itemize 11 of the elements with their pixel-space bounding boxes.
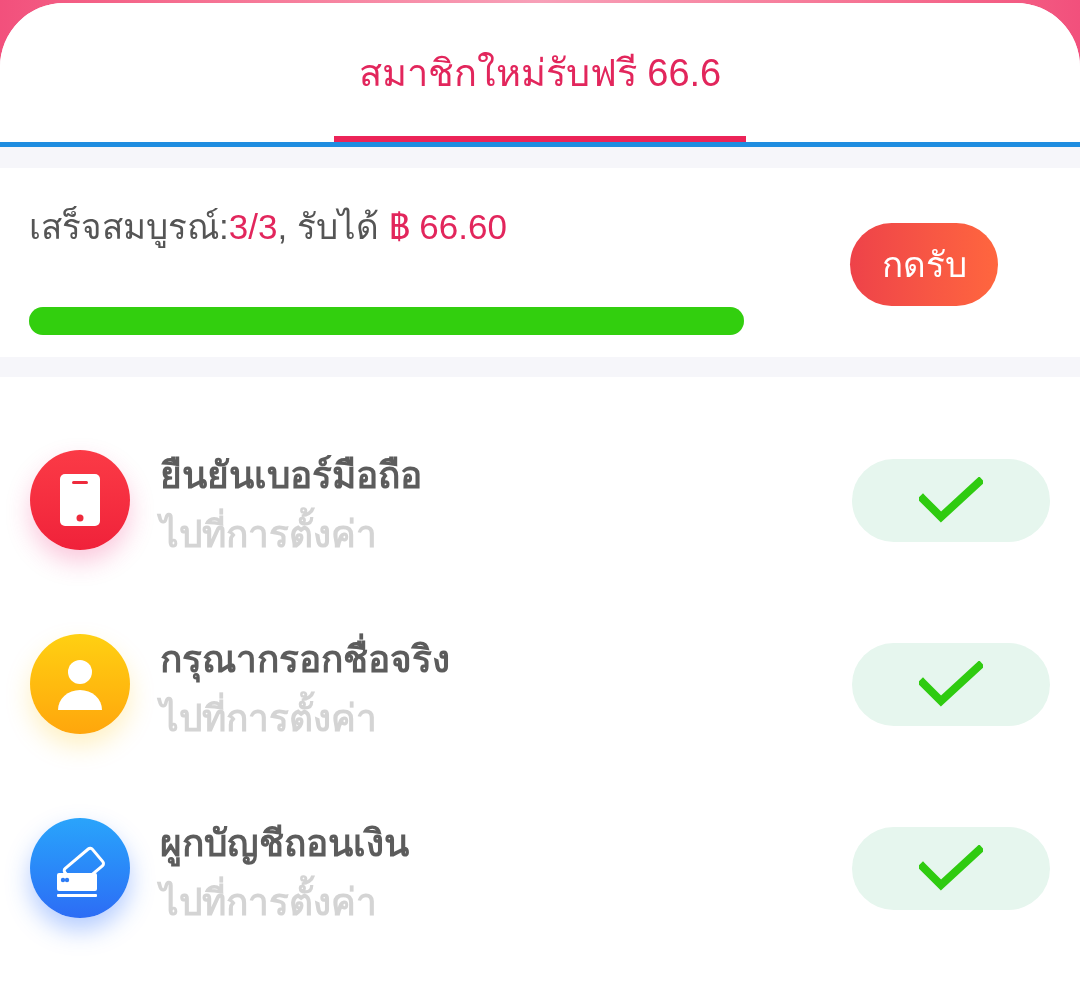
check-icon [919,661,983,707]
progress-text: เสร็จสมบูรณ์:3/3, รับได้ ฿ 66.60 [29,205,508,249]
cards-icon [30,818,130,918]
task-title: ผูกบัญชีถอนเงิน [160,818,409,869]
check-icon [919,477,983,523]
check-icon [919,845,983,891]
phone-icon [30,450,130,550]
person-icon [30,634,130,734]
task-title: ยืนยันเบอร์มือถือ [160,453,422,498]
task-title: กรุณากรอกชื่อจริง [160,634,450,685]
claim-button[interactable]: กดรับ [850,223,998,306]
